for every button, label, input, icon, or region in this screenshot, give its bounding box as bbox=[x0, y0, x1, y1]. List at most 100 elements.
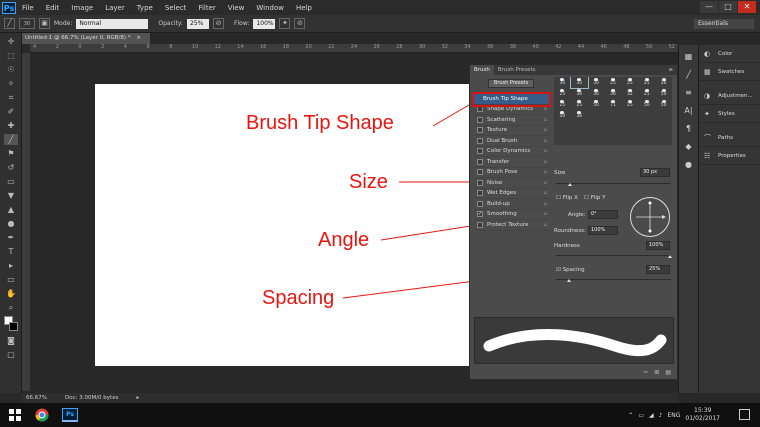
zoom-level[interactable]: 66.67% bbox=[26, 393, 47, 403]
flip-y-checkbox[interactable]: ☐ Flip Y bbox=[584, 195, 606, 201]
shape-tool-icon[interactable]: ▭ bbox=[4, 274, 18, 285]
tray-network-icon[interactable]: ◢ bbox=[649, 412, 654, 419]
menu-view[interactable]: View bbox=[222, 4, 251, 12]
brush-option-checkbox[interactable] bbox=[477, 158, 483, 165]
brush-tip-cell[interactable]: 25 bbox=[621, 77, 638, 88]
brush-option-checkbox[interactable] bbox=[477, 127, 483, 134]
brush-preset-picker[interactable]: 30 bbox=[19, 18, 35, 29]
maximize-button[interactable]: □ bbox=[719, 1, 737, 13]
dock-item-adjustmen[interactable]: ◑ Adjustmen... bbox=[699, 87, 760, 105]
brush-option-row[interactable]: Protect Texture ⌂ bbox=[474, 220, 549, 231]
brush-option-checkbox[interactable] bbox=[477, 116, 483, 123]
menu-filter[interactable]: Filter bbox=[192, 4, 221, 12]
paragraph-icon[interactable]: ¶ bbox=[683, 123, 695, 135]
menu-edit[interactable]: Edit bbox=[40, 4, 66, 12]
lock-icon[interactable]: ⌂ bbox=[544, 222, 547, 228]
flow-field[interactable]: 100% bbox=[253, 18, 276, 29]
brush-tip-cell[interactable]: 25 bbox=[638, 88, 655, 99]
history-icon[interactable]: ▦ bbox=[683, 51, 695, 63]
spacing-field[interactable]: 25% bbox=[646, 265, 670, 274]
brush-tip-cell[interactable]: 36 bbox=[655, 77, 672, 88]
brush-option-row[interactable]: Texture ⌂ bbox=[474, 126, 549, 136]
brush-panel-toggle-icon[interactable]: ▣ bbox=[39, 18, 50, 29]
spacing-checkbox[interactable]: ☑ Spacing bbox=[556, 267, 585, 273]
status-arrow-icon[interactable]: ▸ bbox=[136, 393, 139, 403]
brush-tool-icon[interactable]: ╱ bbox=[4, 18, 15, 29]
brush-option-checkbox[interactable] bbox=[477, 221, 483, 228]
lock-icon[interactable]: ⌂ bbox=[544, 211, 547, 217]
new-brush-icon[interactable]: ▤ bbox=[665, 367, 671, 379]
path-select-tool-icon[interactable]: ▸ bbox=[4, 260, 18, 271]
brush-option-checkbox[interactable] bbox=[477, 200, 483, 207]
menu-help[interactable]: Help bbox=[290, 4, 318, 12]
close-button[interactable]: ✕ bbox=[738, 1, 756, 13]
lock-icon[interactable]: ⌂ bbox=[544, 169, 547, 175]
menu-image[interactable]: Image bbox=[65, 4, 99, 12]
document-tab[interactable]: Untitled-1 @ 66.7% (Layer 0, RGB/8) * × bbox=[22, 33, 150, 44]
brush-option-row[interactable]: Brush Tip Shape bbox=[472, 92, 551, 107]
move-tool-icon[interactable]: ✛ bbox=[4, 36, 18, 47]
brush-option-row[interactable]: Scattering ⌂ bbox=[474, 115, 549, 126]
brush-tip-cell[interactable]: 25 bbox=[571, 99, 588, 110]
tray-chevron-icon[interactable]: ⌃ bbox=[628, 412, 633, 419]
menu-layer[interactable]: Layer bbox=[99, 4, 131, 12]
size-field[interactable]: 30 px bbox=[640, 168, 670, 177]
lock-icon[interactable]: ⌂ bbox=[544, 180, 547, 186]
layers-icon[interactable]: ◆ bbox=[683, 141, 695, 153]
mode-select[interactable]: Normal bbox=[76, 18, 149, 29]
brush-option-row[interactable]: Wet Edges ⌂ bbox=[474, 189, 549, 199]
lock-icon[interactable]: ⌂ bbox=[544, 127, 547, 133]
paint-bucket-tool-icon[interactable]: ▼ bbox=[4, 190, 18, 201]
brush-option-row[interactable]: ✓ Smoothing ⌂ bbox=[474, 210, 549, 220]
opacity-pressure-icon[interactable]: ⊘ bbox=[213, 18, 225, 29]
panel-menu-icon[interactable]: ≡ bbox=[664, 65, 677, 75]
tab-brush-presets[interactable]: Brush Presets bbox=[494, 65, 540, 75]
chrome-icon[interactable] bbox=[35, 408, 49, 422]
brush-presets-icon[interactable]: ≡ bbox=[683, 87, 695, 99]
brush-option-checkbox[interactable] bbox=[477, 137, 483, 144]
lasso-tool-icon[interactable]: ☉ bbox=[4, 64, 18, 75]
tab-brush[interactable]: Brush bbox=[470, 65, 494, 75]
clock[interactable]: 15:39 01/02/2017 bbox=[685, 407, 720, 423]
brush-panel-icon[interactable]: ╱ bbox=[683, 69, 695, 81]
brush-tip-cell[interactable]: 25 bbox=[638, 77, 655, 88]
size-pressure-icon[interactable]: ⊘ bbox=[294, 18, 306, 29]
zoom-tool-icon[interactable]: ⌕ bbox=[4, 302, 18, 313]
foreground-background-color-icon[interactable] bbox=[4, 316, 18, 332]
brush-tip-cell[interactable]: 36 bbox=[571, 110, 588, 121]
language-indicator[interactable]: ENG bbox=[667, 412, 680, 419]
brush-tip-cell[interactable]: 50 bbox=[655, 99, 672, 110]
brush-option-row[interactable]: Color Dynamics ⌂ bbox=[474, 147, 549, 157]
screen-mode-icon[interactable]: ▢ bbox=[4, 349, 18, 360]
brush-option-checkbox[interactable] bbox=[477, 169, 483, 176]
tray-volume-icon[interactable]: ♪ bbox=[659, 412, 663, 419]
brush-option-checkbox[interactable]: ✓ bbox=[477, 211, 483, 218]
brush-tip-cell[interactable]: 50 bbox=[638, 99, 655, 110]
type-tool-icon[interactable]: T bbox=[4, 246, 18, 257]
brush-option-row[interactable]: Dual Brush ⌂ bbox=[474, 136, 549, 147]
history-brush-tool-icon[interactable]: ↺ bbox=[4, 162, 18, 173]
brush-tip-cell[interactable]: 71 bbox=[605, 99, 622, 110]
opacity-field[interactable]: 25% bbox=[187, 18, 210, 29]
hardness-slider[interactable] bbox=[556, 255, 671, 256]
brush-presets-button[interactable]: Brush Presets bbox=[488, 79, 534, 88]
spacing-slider[interactable] bbox=[556, 279, 671, 280]
eyedropper-tool-icon[interactable]: ✐ bbox=[4, 106, 18, 117]
character-icon[interactable]: A| bbox=[683, 105, 695, 117]
dock-item-styles[interactable]: ✦ Styles bbox=[699, 105, 760, 123]
brush-option-checkbox[interactable] bbox=[477, 179, 483, 186]
lock-icon[interactable]: ⌂ bbox=[544, 106, 547, 112]
brush-tip-cell[interactable]: 36 bbox=[571, 88, 588, 99]
channels-icon[interactable]: ● bbox=[683, 159, 695, 171]
brush-tip-cell[interactable]: 25 bbox=[554, 99, 571, 110]
photoshop-taskbar-icon[interactable]: Ps bbox=[62, 408, 78, 422]
dock-item-color[interactable]: ◐ Color bbox=[699, 45, 760, 63]
dock-item-swatches[interactable]: ▦ Swatches bbox=[699, 63, 760, 81]
tray-battery-icon[interactable]: ▭ bbox=[638, 412, 644, 419]
lock-icon[interactable]: ⌂ bbox=[544, 190, 547, 196]
brush-tool-icon[interactable]: ╱ bbox=[4, 134, 18, 145]
hand-tool-icon[interactable]: ✋ bbox=[4, 288, 18, 299]
roundness-field[interactable]: 100% bbox=[588, 226, 618, 235]
brush-tip-cell[interactable]: 36 bbox=[605, 88, 622, 99]
lock-icon[interactable]: ⌂ bbox=[544, 117, 547, 123]
